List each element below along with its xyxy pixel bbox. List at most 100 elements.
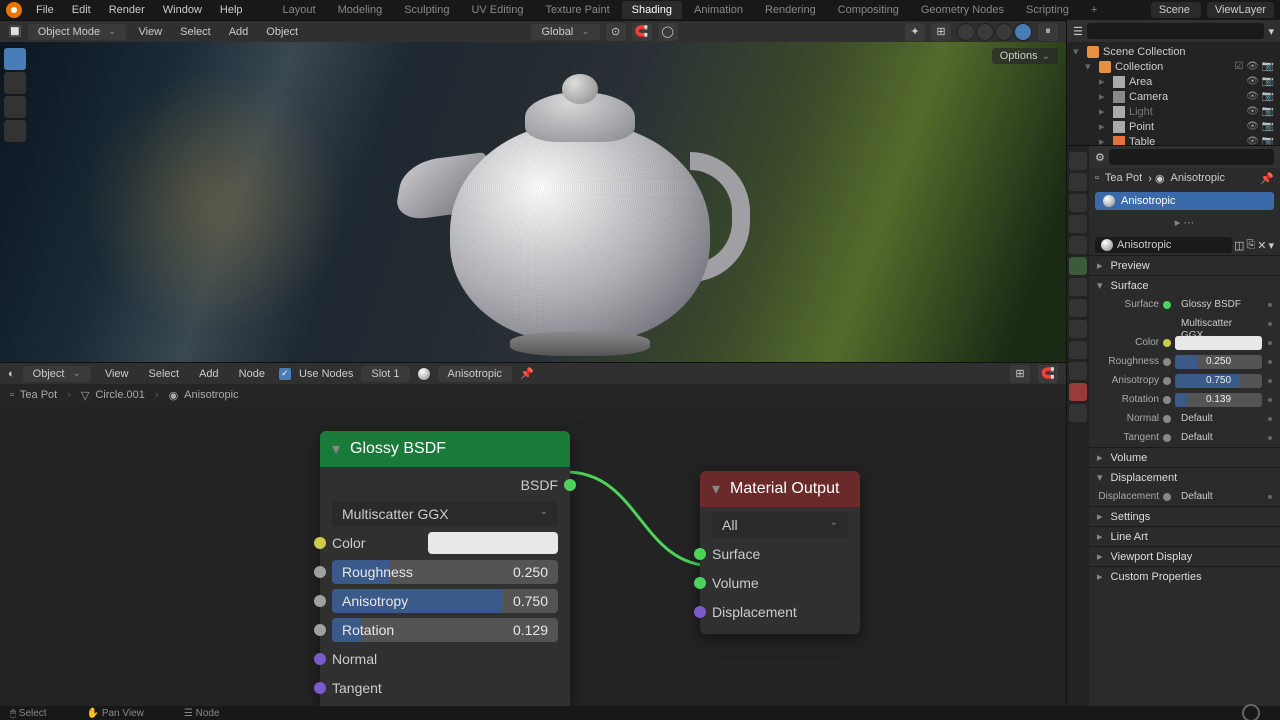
shade-rendered-icon[interactable]	[1014, 23, 1032, 41]
vp-menu-object[interactable]: Object	[260, 24, 304, 40]
panel-vpdisplay[interactable]: Viewport Display	[1089, 547, 1280, 566]
tab-shading[interactable]: Shading	[622, 1, 682, 19]
mat-copy-icon[interactable]: ⎘	[1246, 239, 1255, 252]
vp-menu-view[interactable]: View	[132, 24, 168, 40]
shade-solid-icon[interactable]	[976, 23, 994, 41]
ptab-world-icon[interactable]	[1069, 236, 1087, 254]
socket-roughness-in[interactable]	[314, 566, 326, 578]
prop-rough-val[interactable]: 0.250	[1175, 355, 1262, 369]
panel-lineart[interactable]: Line Art	[1089, 527, 1280, 546]
pin-icon[interactable]: 📌	[520, 367, 534, 380]
out-camera[interactable]: ▸Camera👁 📷	[1071, 89, 1276, 104]
socket-aniso-in[interactable]	[314, 595, 326, 607]
ptab-scene-icon[interactable]	[1069, 215, 1087, 233]
socket-disp-in[interactable]	[694, 606, 706, 618]
socket-normal-in[interactable]	[314, 653, 326, 665]
props-search[interactable]	[1109, 149, 1274, 165]
menu-render[interactable]: Render	[101, 1, 153, 19]
prop-dist[interactable]: Multiscatter GGX	[1175, 317, 1262, 331]
overlay-icon[interactable]: ⊞	[931, 23, 951, 41]
vp-menu-select[interactable]: Select	[174, 24, 217, 40]
outliner-type-icon[interactable]: ☰	[1073, 25, 1083, 38]
node-glossy-bsdf[interactable]: Glossy BSDF BSDF Multiscatter GGX Color …	[320, 431, 570, 706]
material-slot-list[interactable]: Anisotropic	[1095, 192, 1274, 210]
filter-icon[interactable]: ▾	[1268, 25, 1274, 38]
tool-cursor-icon[interactable]	[4, 72, 26, 94]
mat-browse-icon[interactable]: ◫	[1234, 239, 1244, 252]
ptab-physics-icon[interactable]	[1069, 320, 1087, 338]
material-slot[interactable]: Slot 1	[361, 366, 409, 382]
pause-render-icon[interactable]: ⏸	[1038, 23, 1058, 41]
ptab-render-icon[interactable]	[1069, 152, 1087, 170]
out-collection[interactable]: ▾Collection☑ 👁 📷	[1071, 59, 1276, 74]
3d-viewport[interactable]: Options	[0, 42, 1066, 362]
node-canvas[interactable]: Glossy BSDF BSDF Multiscatter GGX Color …	[0, 406, 1066, 706]
prop-aniso-val[interactable]: 0.750	[1175, 374, 1262, 388]
crumb-data[interactable]: ▽ Circle.001	[81, 389, 145, 402]
socket-surface-in[interactable]	[694, 548, 706, 560]
tab-uv[interactable]: UV Editing	[461, 1, 533, 19]
prop-normal-val[interactable]: Default	[1175, 412, 1262, 426]
out-scene-collection[interactable]: ▾Scene Collection	[1071, 44, 1276, 59]
out-point[interactable]: ▸Point👁 📷	[1071, 119, 1276, 134]
crumb-material[interactable]: ◉ Anisotropic	[169, 389, 239, 402]
ptab-viewlayer-icon[interactable]	[1069, 194, 1087, 212]
menu-help[interactable]: Help	[212, 1, 251, 19]
color-swatch[interactable]	[428, 532, 558, 554]
prop-color-val[interactable]	[1175, 336, 1262, 350]
tab-compositing[interactable]: Compositing	[828, 1, 909, 19]
slot-expand[interactable]: ▸ ⋯	[1089, 214, 1280, 231]
ptab-output-icon[interactable]	[1069, 173, 1087, 191]
prop-rot-val[interactable]: 0.139	[1175, 393, 1262, 407]
outliner-search[interactable]	[1087, 23, 1265, 39]
ptab-texture-icon[interactable]	[1069, 404, 1087, 422]
material-name-field[interactable]: Anisotropic	[1095, 237, 1232, 253]
tab-modeling[interactable]: Modeling	[328, 1, 393, 19]
editor-type-icon[interactable]: 🔲	[8, 25, 22, 38]
material-name-field[interactable]: Anisotropic	[438, 366, 512, 382]
ned-menu-node[interactable]: Node	[233, 366, 271, 382]
tool-move-icon[interactable]	[4, 96, 26, 118]
ptab-data-icon[interactable]	[1069, 362, 1087, 380]
proportional-icon[interactable]: ◯	[658, 23, 678, 41]
out-table[interactable]: ▸Table👁 📷	[1071, 134, 1276, 146]
viewport-options[interactable]: Options	[992, 48, 1058, 64]
viewlayer-field[interactable]: ViewLayer	[1207, 2, 1274, 18]
ned-overlay-icon[interactable]: ⊞	[1010, 365, 1030, 383]
menu-window[interactable]: Window	[155, 1, 210, 19]
out-area[interactable]: ▸Area👁 📷	[1071, 74, 1276, 89]
prop-tangent-val[interactable]: Default	[1175, 431, 1262, 445]
socket-bsdf-out[interactable]	[564, 479, 576, 491]
tab-animation[interactable]: Animation	[684, 1, 753, 19]
socket-rotation-in[interactable]	[314, 624, 326, 636]
node-type-dropdown[interactable]: Object	[23, 366, 91, 382]
socket-color-in[interactable]	[314, 537, 326, 549]
ned-menu-view[interactable]: View	[99, 366, 135, 382]
use-nodes-checkbox[interactable]: ✓	[279, 368, 291, 380]
ned-menu-add[interactable]: Add	[193, 366, 225, 382]
rotation-field[interactable]: Rotation0.129	[332, 618, 558, 642]
panel-displacement[interactable]: Displacement	[1089, 468, 1280, 487]
out-light[interactable]: ▸Light👁 📷	[1071, 104, 1276, 119]
tab-layout[interactable]: Layout	[273, 1, 326, 19]
ptab-object-icon[interactable]	[1069, 257, 1087, 275]
tool-rotate-icon[interactable]	[4, 120, 26, 142]
ptab-constraint-icon[interactable]	[1069, 341, 1087, 359]
tab-scripting[interactable]: Scripting	[1016, 1, 1079, 19]
shade-matprev-icon[interactable]	[995, 23, 1013, 41]
props-type-icon[interactable]: ⚙	[1095, 151, 1105, 164]
node-material-output[interactable]: Material Output All Surface Volume Displ…	[700, 471, 860, 634]
node-editor-type-icon[interactable]: ◐	[8, 368, 15, 380]
scene-field[interactable]: Scene	[1151, 2, 1201, 18]
mode-dropdown[interactable]: Object Mode	[28, 24, 127, 40]
gizmo-icon[interactable]: ✦	[905, 23, 925, 41]
tab-texpaint[interactable]: Texture Paint	[535, 1, 619, 19]
mat-unlink-icon[interactable]: ✕	[1257, 239, 1266, 252]
socket-volume-in[interactable]	[694, 577, 706, 589]
ned-menu-select[interactable]: Select	[143, 366, 186, 382]
tab-rendering[interactable]: Rendering	[755, 1, 826, 19]
tab-add[interactable]: +	[1081, 1, 1107, 19]
tool-select-icon[interactable]	[4, 48, 26, 70]
distribution-dropdown[interactable]: Multiscatter GGX	[332, 501, 558, 527]
target-dropdown[interactable]: All	[712, 512, 848, 538]
